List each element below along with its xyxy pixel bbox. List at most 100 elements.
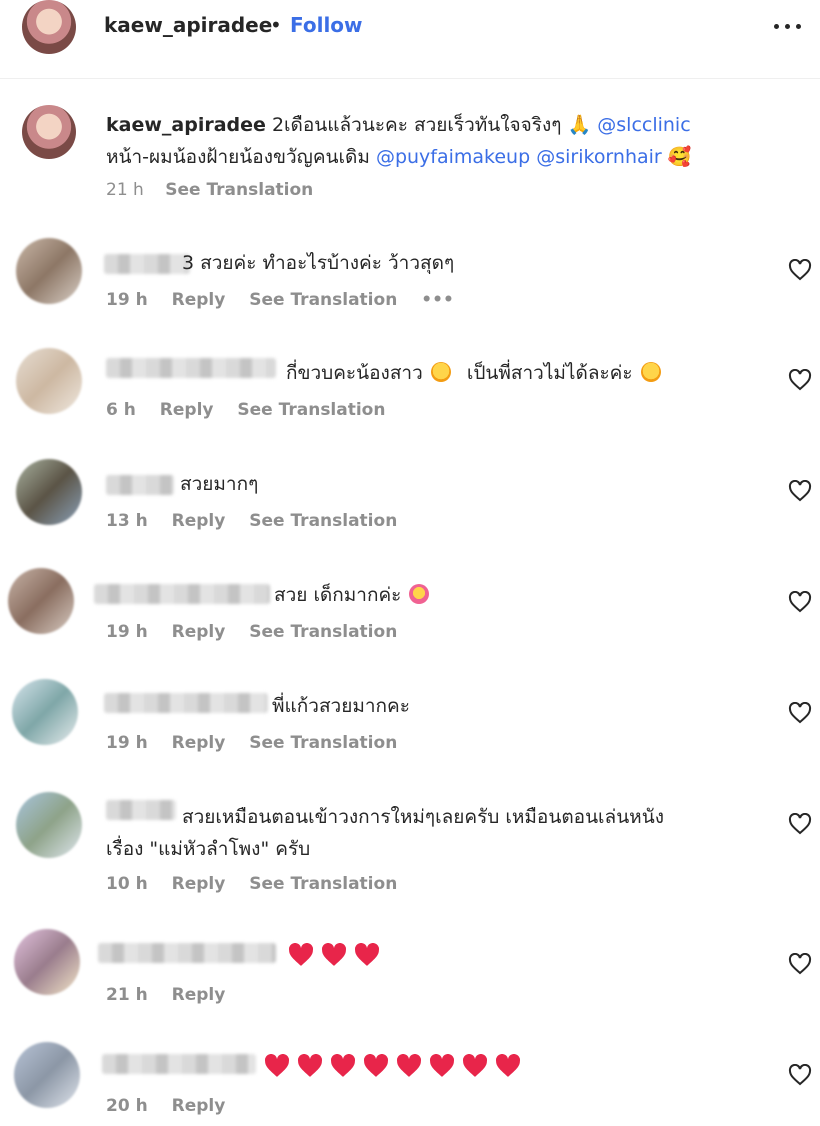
comment-meta: 10 h Reply See Translation [106,874,415,894]
reply-button[interactable]: Reply [172,985,226,1005]
like-heart-icon[interactable] [788,702,812,724]
author-username[interactable]: kaew_apiradee [104,13,272,37]
mention-puyfaimakeup[interactable]: @puyfaimakeup [376,146,530,168]
comment-meta: 13 h Reply See Translation [106,511,415,531]
reply-button[interactable]: Reply [172,1096,226,1116]
caption-text-2: หน้า-ผมน้องฝ้ายน้องขวัญคนเดิม [106,146,370,168]
commenter-avatar[interactable] [12,679,78,745]
separator-dot: • [270,13,282,37]
follow-button[interactable]: Follow [290,13,363,37]
red-heart-emoji [354,942,380,966]
caption-line-2: หน้า-ผมน้องฝ้ายน้องขวัญคนเดิม @puyfaimak… [106,142,691,172]
commenter-avatar[interactable] [16,348,82,414]
commenter-avatar[interactable] [16,459,82,525]
commenter-avatar[interactable] [16,792,82,858]
mention-slcclinic[interactable]: @slcclinic [597,114,690,136]
like-heart-icon[interactable] [788,813,812,835]
comment-time: 13 h [106,511,148,531]
see-translation-button[interactable]: See Translation [249,733,397,753]
comment-more-button[interactable]: ••• [421,290,454,310]
comment-meta: 21 h Reply [106,985,243,1005]
kissing-face-emoji [430,362,451,382]
caption-text-1: 2เดือนแล้วนะคะ สวยเร็วทันใจจริงๆ [271,114,562,136]
commenter-username-blurred[interactable] [106,475,174,495]
commenter-username-blurred[interactable] [102,1054,256,1074]
commenter-avatar[interactable] [14,929,80,995]
comment-text-part-1: สวย เด็กมากค่ะ [274,584,402,606]
comment-text: สวย เด็กมากค่ะ [274,580,431,610]
reply-button[interactable]: Reply [172,733,226,753]
caption-time: 21 h [106,180,144,200]
comment-meta: 6 h Reply See Translation [106,400,403,420]
comment-time: 20 h [106,1096,148,1116]
caption-avatar[interactable] [22,105,76,159]
red-heart-emoji [321,942,347,966]
see-translation-button[interactable]: See Translation [249,511,397,531]
see-translation-button[interactable]: See Translation [237,400,385,420]
author-avatar[interactable] [22,0,76,54]
comment-hearts [288,942,387,968]
red-heart-emoji [264,1053,290,1077]
comment-text: 3 สวยค่ะ ทำอะไรบ้างค่ะ ว้าวสุดๆ [182,252,455,274]
comment-text-part-1: กี่ขวบคะน้องสาว [286,362,423,384]
caption-line-1: kaew_apiradee 2เดือนแล้วนะคะ สวยเร็วทันใ… [106,110,691,140]
commenter-username-blurred[interactable] [106,800,176,820]
grinning-sweat-emoji [640,362,661,382]
post-caption: kaew_apiradee 2เดือนแล้วนะคะ สวยเร็วทันใ… [0,100,820,210]
comment-text-line-2: เรื่อง "แม่หัวลำโพง" ครับ [106,838,311,860]
red-heart-emoji [396,1053,422,1077]
comment-meta: 19 h Reply See Translation [106,733,415,753]
red-heart-emoji [429,1053,455,1077]
smiling-hearts-emoji: 🥰 [667,146,692,168]
like-heart-icon[interactable] [788,369,812,391]
red-heart-emoji [288,942,314,966]
comment-time: 21 h [106,985,148,1005]
comment-time: 19 h [106,622,148,642]
commenter-username-blurred[interactable] [104,693,268,713]
reply-button[interactable]: Reply [172,290,226,310]
pray-emoji: 🙏 [567,114,592,136]
commenter-avatar[interactable] [14,1042,80,1108]
see-translation-button[interactable]: See Translation [249,622,397,642]
like-heart-icon[interactable] [788,480,812,502]
caption-username[interactable]: kaew_apiradee [106,114,266,136]
commenter-username-blurred[interactable] [94,584,270,604]
caption-meta: 21 h See Translation [106,180,313,200]
like-heart-icon[interactable] [788,953,812,975]
like-heart-icon[interactable] [788,259,812,281]
reply-button[interactable]: Reply [172,511,226,531]
comment-time: 10 h [106,874,148,894]
red-heart-emoji [495,1053,521,1077]
mention-sirikornhair[interactable]: @sirikornhair [536,146,662,168]
red-heart-emoji [462,1053,488,1077]
red-heart-emoji [363,1053,389,1077]
comment-text: สวยมากๆ [180,473,259,495]
reply-button[interactable]: Reply [172,622,226,642]
commenter-username-blurred[interactable] [104,254,190,274]
heart-eyes-emoji [409,584,430,604]
commenter-username-blurred[interactable] [106,358,276,378]
comment-time: 19 h [106,290,148,310]
comment-text: กี่ขวบคะน้องสาว เป็นพี่สาวไม่ได้ละค่ะ [286,358,663,388]
comment-time: 19 h [106,733,148,753]
comment-meta: 20 h Reply [106,1096,243,1116]
see-translation-button[interactable]: See Translation [249,874,397,894]
commenter-username-blurred[interactable] [98,943,276,963]
comment-text-line-1: สวยเหมือนตอนเข้าวงการใหม่ๆเลยครับ เหมือน… [182,806,664,828]
comment-meta: 19 h Reply See Translation ••• [106,290,472,310]
caption-see-translation[interactable]: See Translation [165,180,313,200]
commenter-avatar[interactable] [8,568,74,634]
red-heart-emoji [330,1053,356,1077]
commenter-avatar[interactable] [16,238,82,304]
comment-meta: 19 h Reply See Translation [106,622,415,642]
like-heart-icon[interactable] [788,1064,812,1086]
reply-button[interactable]: Reply [160,400,214,420]
red-heart-emoji [297,1053,323,1077]
reply-button[interactable]: Reply [172,874,226,894]
like-heart-icon[interactable] [788,591,812,613]
comment-hearts [264,1053,528,1079]
comment-text-part-2: เป็นพี่สาวไม่ได้ละค่ะ [466,362,633,384]
see-translation-button[interactable]: See Translation [249,290,397,310]
more-horizontal-icon[interactable] [772,14,804,38]
comment-time: 6 h [106,400,136,420]
